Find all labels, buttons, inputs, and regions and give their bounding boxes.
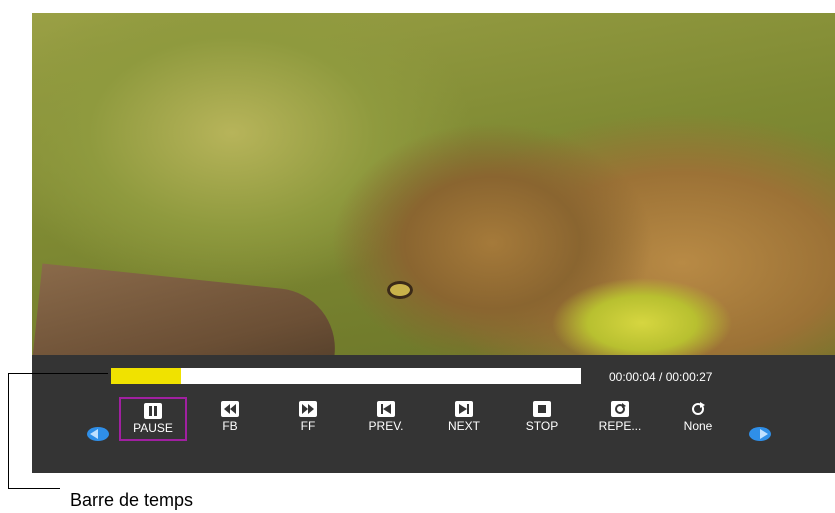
previous-icon bbox=[377, 401, 395, 417]
callout-line bbox=[8, 373, 9, 488]
fast-forward-icon bbox=[299, 401, 317, 417]
video-frame bbox=[32, 13, 835, 355]
time-bar-fill bbox=[111, 368, 181, 384]
time-display: 00:00:04 / 00:00:27 bbox=[609, 370, 713, 384]
ab-repeat-label: None bbox=[683, 419, 713, 433]
fast-forward-label: FF bbox=[300, 419, 316, 433]
cat-eye-image-area bbox=[387, 281, 413, 299]
previous-button[interactable]: PREV. bbox=[352, 397, 420, 441]
ab-repeat-icon bbox=[689, 401, 707, 417]
stop-icon bbox=[533, 401, 551, 417]
repeat-label: REPE... bbox=[598, 419, 642, 433]
ab-repeat-button[interactable]: None bbox=[664, 397, 732, 441]
scroll-right-arrow-icon[interactable] bbox=[749, 427, 771, 441]
pause-label: PAUSE bbox=[133, 421, 173, 435]
repeat-icon bbox=[611, 401, 629, 417]
pause-icon bbox=[144, 403, 162, 419]
next-icon bbox=[455, 401, 473, 417]
scroll-left-arrow-icon[interactable] bbox=[87, 427, 109, 441]
fast-backward-icon bbox=[221, 401, 239, 417]
previous-label: PREV. bbox=[368, 419, 404, 433]
log-image-area bbox=[32, 263, 341, 355]
callout-line-top bbox=[8, 373, 108, 374]
time-bar-callout-label: Barre de temps bbox=[70, 490, 194, 510]
fast-backward-label: FB bbox=[222, 419, 238, 433]
next-button[interactable]: NEXT bbox=[430, 397, 498, 441]
pause-button[interactable]: PAUSE bbox=[119, 397, 187, 441]
time-bar[interactable] bbox=[111, 368, 581, 384]
fern-image-area bbox=[552, 263, 732, 355]
repeat-button[interactable]: REPE... bbox=[586, 397, 654, 441]
fast-backward-button[interactable]: FB bbox=[196, 397, 264, 441]
stop-button[interactable]: STOP bbox=[508, 397, 576, 441]
callout-line-bottom bbox=[8, 488, 60, 489]
player-control-panel: 00:00:04 / 00:00:27 PAUSE FB FF PREV. NE… bbox=[32, 355, 835, 473]
next-label: NEXT bbox=[447, 419, 480, 433]
fast-forward-button[interactable]: FF bbox=[274, 397, 342, 441]
stop-label: STOP bbox=[525, 419, 559, 433]
